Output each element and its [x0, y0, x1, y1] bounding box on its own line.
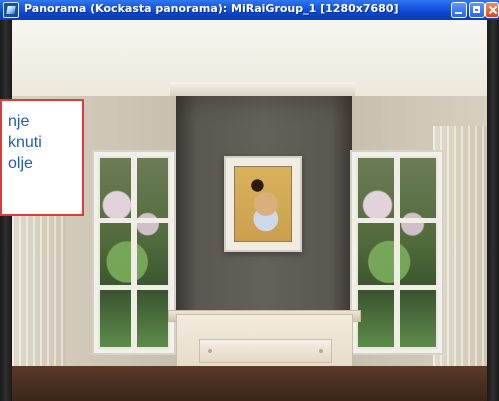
- close-button[interactable]: [485, 2, 499, 18]
- floor: [12, 366, 487, 401]
- painting-frame: [224, 156, 302, 252]
- callout-line-1: nje: [8, 113, 30, 130]
- app-icon: [3, 2, 19, 18]
- painting: [234, 166, 292, 242]
- right-window: [350, 150, 444, 355]
- window-titlebar[interactable]: Panorama (Kockasta panorama): MiRaiGroup…: [0, 0, 499, 20]
- cabinet-drawer-1: [199, 339, 332, 363]
- cornice: [170, 82, 355, 97]
- maximize-button[interactable]: [469, 2, 485, 18]
- minimize-button[interactable]: [451, 2, 467, 18]
- callout-box: nje knuti olje: [0, 99, 84, 216]
- callout-line-2: knuti: [8, 134, 42, 151]
- drawer-knob-icon: [319, 349, 323, 353]
- drawer-knob-icon: [208, 349, 212, 353]
- right-window-mullion-h1: [352, 218, 442, 224]
- left-window: [92, 150, 176, 355]
- left-window-mullion-h2: [94, 284, 174, 290]
- window-title: Panorama (Kockasta panorama): MiRaiGroup…: [24, 2, 399, 15]
- left-window-mullion: [131, 152, 137, 353]
- right-window-mullion-h2: [352, 284, 442, 290]
- viewport-right-edge: [487, 20, 499, 401]
- left-window-mullion-h1: [94, 218, 174, 224]
- right-window-mullion: [394, 152, 400, 353]
- callout-line-3: olje: [8, 155, 33, 172]
